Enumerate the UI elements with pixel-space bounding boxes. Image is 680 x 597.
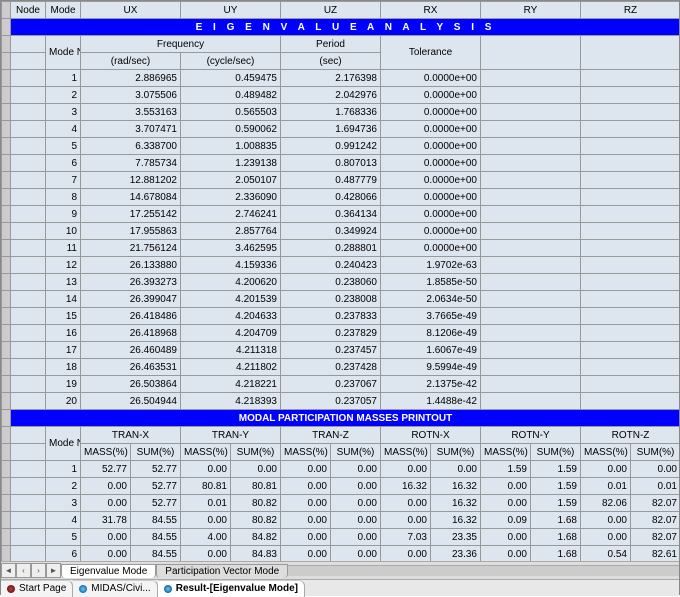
table-row[interactable]: 1626.4189684.2047090.2378298.1206e-49 [2,325,680,342]
table-row[interactable]: 2026.5049444.2183930.2370571.4488e-42 [2,393,680,410]
phdr-tranz: TRAN-Z [281,427,381,444]
phdr-rotnz: ROTN-Z [581,427,680,444]
table-row[interactable]: 60.0084.550.0084.830.000.000.0023.360.00… [2,546,680,562]
col-uy[interactable]: UY [181,2,281,19]
hdr-mode-no: Mode No [46,36,81,70]
tab-nav-last[interactable]: ► [46,563,61,578]
table-row[interactable]: 1121.7561243.4625950.2888010.0000e+00 [2,240,680,257]
col-rx[interactable]: RX [381,2,481,19]
btab-result[interactable]: Result-[Eigenvalue Mode] [158,580,305,597]
table-row[interactable]: 1017.9558632.8577640.3499240.0000e+00 [2,223,680,240]
tab-nav-first[interactable]: ◄ [1,563,16,578]
table-row[interactable]: 12.8869650.4594752.1763980.0000e+00 [2,70,680,87]
hdr-sec: (sec) [281,53,381,70]
table-row[interactable]: 814.6780842.3360900.4280660.0000e+00 [2,189,680,206]
col-mode[interactable]: Mode [46,2,81,19]
table-row[interactable]: 431.7884.550.0080.820.000.000.0016.320.0… [2,512,680,529]
table-row[interactable]: 67.7857341.2391380.8070130.0000e+00 [2,155,680,172]
tab-nav-next[interactable]: › [31,563,46,578]
table-row[interactable]: 1326.3932734.2006200.2380601.8585e-50 [2,274,680,291]
btab-midas[interactable]: MIDAS/Civi... [73,580,157,597]
table-row[interactable]: 43.7074710.5900621.6947360.0000e+00 [2,121,680,138]
hdr-cyclesec: (cycle/sec) [181,53,281,70]
table-row[interactable]: 152.7752.770.000.000.000.000.000.001.591… [2,461,680,478]
hdr-frequency: Frequency [81,36,281,53]
table-row[interactable]: 1826.4635314.2118020.2374289.5994e-49 [2,359,680,376]
table-row[interactable]: 1726.4604894.2113180.2374571.6067e-49 [2,342,680,359]
hdr-radsec: (rad/sec) [81,53,181,70]
hdr-period: Period [281,36,381,53]
col-node[interactable]: Node [11,2,46,19]
data-table: Node Mode UX UY UZ RX RY RZ E I G E N V … [1,1,679,561]
table-row[interactable]: 23.0755060.4894822.0429760.0000e+00 [2,87,680,104]
table-row[interactable]: 33.5531630.5655031.7683360.0000e+00 [2,104,680,121]
table-row[interactable]: 1426.3990474.2015390.2380082.0634e-50 [2,291,680,308]
table-row[interactable]: 1526.4184864.2046330.2378333.7665e-49 [2,308,680,325]
banner-eigenvalue: E I G E N V A L U E A N A L Y S I S [11,19,680,36]
phdr-mass: MASS(%) [81,444,131,461]
tab-eigenvalue-mode[interactable]: Eigenvalue Mode [61,564,156,578]
table-row[interactable]: 20.0052.7780.8180.810.000.0016.3216.320.… [2,478,680,495]
midas-icon [79,585,87,593]
col-uz[interactable]: UZ [281,2,381,19]
btab-start-page[interactable]: Start Page [1,580,73,597]
phdr-sum: SUM(%) [131,444,181,461]
tab-participation-vector[interactable]: Participation Vector Mode [156,564,288,578]
table-row[interactable]: 56.3387001.0088350.9912420.0000e+00 [2,138,680,155]
phdr-tranx: TRAN-X [81,427,181,444]
hdr-tolerance: Tolerance [381,36,481,70]
tab-nav-prev[interactable]: ‹ [16,563,31,578]
phdr-rotnx: ROTN-X [381,427,481,444]
table-row[interactable]: 50.0084.554.0084.820.000.007.0323.350.00… [2,529,680,546]
table-row[interactable]: 917.2551422.7462410.3641340.0000e+00 [2,206,680,223]
col-ux[interactable]: UX [81,2,181,19]
phdr-trany: TRAN-Y [181,427,281,444]
table-row[interactable]: 1226.1338804.1593360.2404231.9702e-63 [2,257,680,274]
banner-participation: MODAL PARTICIPATION MASSES PRINTOUT [11,410,680,427]
start-page-icon [7,585,15,593]
phdr-rotny: ROTN-Y [481,427,581,444]
table-row[interactable]: 30.0052.770.0180.820.000.000.0016.320.00… [2,495,680,512]
table-row[interactable]: 1926.5038644.2182210.2370672.1375e-42 [2,376,680,393]
result-icon [164,585,172,593]
col-ry[interactable]: RY [481,2,581,19]
col-rz[interactable]: RZ [581,2,680,19]
phdr-mode-no: Mode No [46,427,81,461]
table-row[interactable]: 712.8812022.0501070.4877790.0000e+00 [2,172,680,189]
sheet-tabs: ◄ ‹ › ► Eigenvalue Mode Participation Ve… [1,561,679,579]
bottom-tabs: Start Page MIDAS/Civi... Result-[Eigenva… [1,579,679,596]
